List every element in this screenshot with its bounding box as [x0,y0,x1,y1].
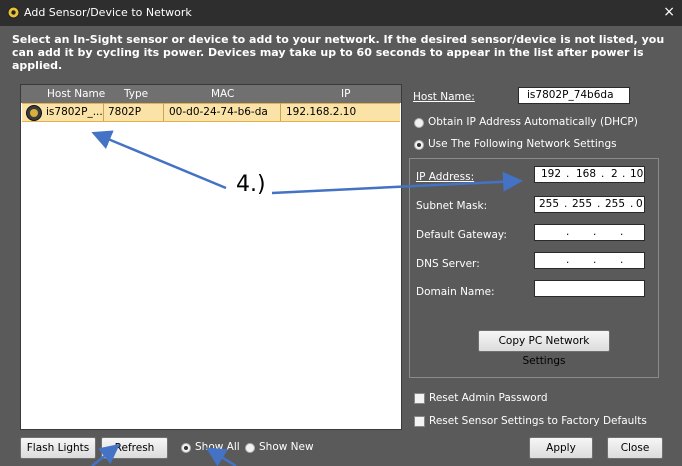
subnet-octet-3: 255 [605,198,626,210]
show-new-label: Show New [259,441,314,453]
annotation-label: 4.) [232,172,270,197]
flash-lights-button[interactable]: Flash Lights [20,437,96,459]
show-all-label: Show All [195,441,240,453]
device-list[interactable]: Host Name Type MAC IP is7802P_... 7802P … [20,84,402,430]
dns-server-label: DNS Server: [416,258,480,270]
subnet-octet-4: 0 [636,198,643,210]
column-divider [280,103,281,121]
column-divider [163,103,164,121]
close-icon[interactable]: × [663,4,675,20]
domain-name-field[interactable] [534,280,645,297]
subnet-dot: . [564,198,568,210]
default-gateway-field[interactable]: . . . [534,224,645,241]
host-name-label: Host Name: [413,91,475,103]
reset-admin-checkbox[interactable] [414,393,425,404]
host-name-value: is7802P_74b6da [527,89,614,101]
title-bar: Add Sensor/Device to Network × [0,0,682,26]
cell-ip: 192.168.2.10 [286,106,357,118]
device-list-header: Host Name Type MAC IP [21,85,401,103]
dns-dot: . [593,254,597,266]
copy-pc-settings-button[interactable]: Copy PC Network Settings [478,330,610,367]
cell-host-name: is7802P_... [46,106,103,118]
host-name-field[interactable]: is7802P_74b6da [518,87,630,104]
dns-dot: . [566,254,570,266]
ip-address-label: IP Address: [416,171,475,183]
subnet-mask-label: Subnet Mask: [416,200,488,212]
dhcp-label: Obtain IP Address Automatically (DHCP) [428,116,638,128]
dns-dot: . [620,254,624,266]
static-ip-radio[interactable] [414,140,424,150]
cell-type: 7802P [108,106,142,118]
dns-server-field[interactable]: . . . [534,252,645,269]
column-ip[interactable]: IP [341,88,350,100]
static-ip-label: Use The Following Network Settings [428,138,617,150]
dhcp-radio[interactable] [414,118,424,128]
subnet-dot: . [597,198,601,210]
ip-octet-1: 192 [541,168,562,180]
gateway-dot: . [593,226,597,238]
ip-dot: . [622,168,626,180]
reset-factory-checkbox[interactable] [414,416,425,427]
dialog-window: Add Sensor/Device to Network × Select an… [0,0,682,466]
ip-address-field[interactable]: 192 . 168 . 2 . 10 [534,166,645,183]
column-mac[interactable]: MAC [211,88,234,100]
sensor-icon [26,105,42,121]
column-host-name[interactable]: Host Name [47,88,105,100]
subnet-octet-1: 255 [539,198,560,210]
default-gateway-label: Default Gateway: [416,229,507,241]
close-button[interactable]: Close [607,437,663,459]
column-divider [103,103,104,121]
ip-dot: . [601,168,605,180]
sensor-app-icon [7,6,20,19]
subnet-octet-2: 255 [572,198,593,210]
show-all-radio[interactable] [181,443,191,453]
domain-name-label: Domain Name: [416,286,495,298]
ip-octet-4: 10 [630,168,644,180]
instructions-text: Select an In-Sight sensor or device to a… [12,33,665,72]
subnet-dot: . [630,198,634,210]
reset-factory-label: Reset Sensor Settings to Factory Default… [429,415,647,427]
column-type[interactable]: Type [124,88,148,100]
ip-octet-3: 2 [611,168,618,180]
table-row[interactable]: is7802P_... 7802P 00-d0-24-74-b6-da 192.… [22,103,400,122]
ip-octet-2: 168 [576,168,597,180]
subnet-mask-field[interactable]: 255 . 255 . 255 . 0 [534,196,645,213]
gateway-dot: . [620,226,624,238]
show-new-radio[interactable] [245,443,255,453]
apply-button[interactable]: Apply [529,437,593,459]
cell-mac: 00-d0-24-74-b6-da [169,106,268,118]
window-title: Add Sensor/Device to Network [24,6,192,19]
gateway-dot: . [566,226,570,238]
ip-dot: . [566,168,570,180]
refresh-button[interactable]: Refresh [101,437,168,459]
reset-admin-label: Reset Admin Password [429,392,548,404]
